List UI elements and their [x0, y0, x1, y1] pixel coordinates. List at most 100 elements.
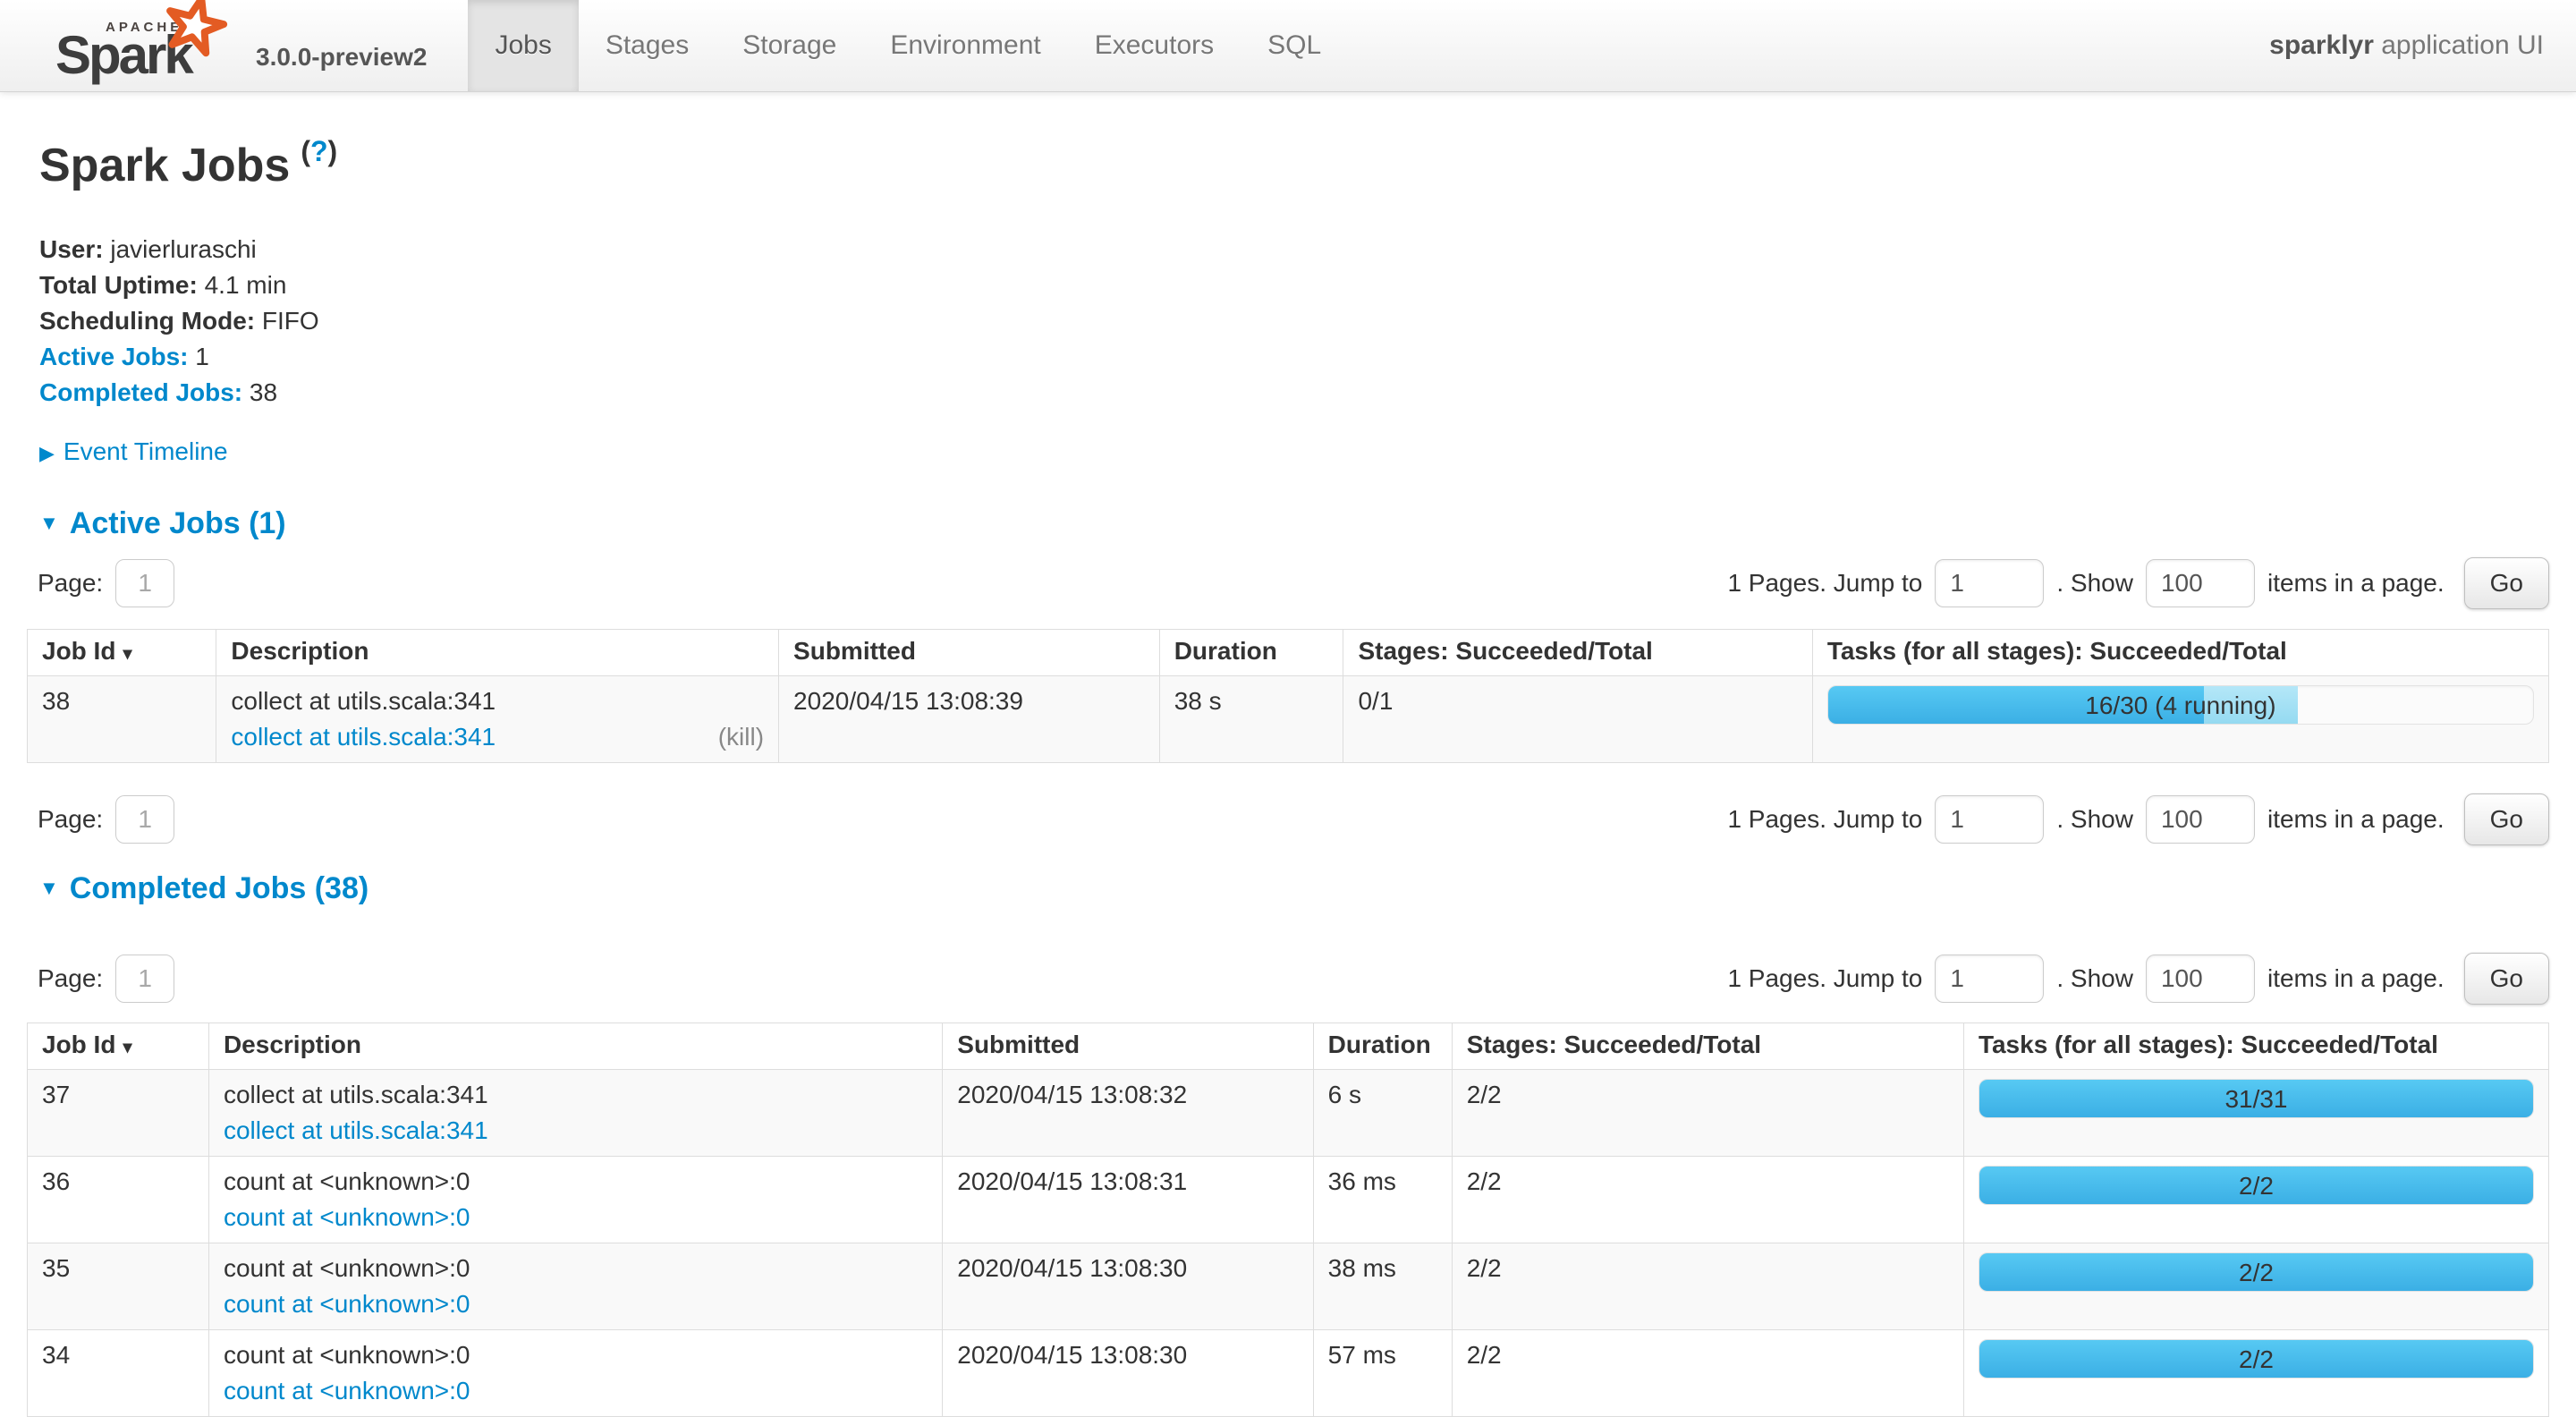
job-stages-cell: 0/1	[1343, 676, 1812, 763]
col-duration[interactable]: Duration	[1159, 630, 1343, 676]
go-button[interactable]: Go	[2464, 953, 2549, 1005]
col-submitted[interactable]: Submitted	[943, 1023, 1313, 1070]
completed-header-row: Job Id▾DescriptionSubmittedDurationStage…	[28, 1023, 2549, 1070]
progress-label: 31/31	[1979, 1080, 2533, 1119]
kill-link[interactable]: (kill)	[718, 719, 764, 755]
tab-executors[interactable]: Executors	[1068, 0, 1241, 91]
info-label-total-uptime: Total Uptime:	[39, 271, 198, 299]
pages-text: 1 Pages. Jump to	[1727, 805, 1922, 834]
job-row-38: 38 collect at utils.scala:341collect at u…	[28, 676, 2549, 763]
progress-label: 16/30 (4 running)	[1828, 686, 2533, 725]
jump-input[interactable]	[1935, 795, 2044, 844]
go-button[interactable]: Go	[2464, 793, 2549, 845]
job-description-cell: count at <unknown>:0count at <unknown>:0	[208, 1243, 942, 1330]
completed-jobs-header[interactable]: ▼Completed Jobs (38)	[39, 870, 2549, 906]
info-item-completed-jobs: Completed Jobs: 38	[39, 375, 2549, 411]
event-timeline-label: Event Timeline	[64, 437, 228, 465]
info-value-completed-jobs: 38	[242, 378, 277, 406]
col-stages-succeeded-total[interactable]: Stages: Succeeded/Total	[1452, 1023, 1963, 1070]
col-duration[interactable]: Duration	[1313, 1023, 1452, 1070]
tab-storage[interactable]: Storage	[716, 0, 863, 91]
col-description[interactable]: Description	[208, 1023, 942, 1070]
job-submitted-cell: 2020/04/15 13:08:30	[943, 1330, 1313, 1417]
col-stages-succeeded-total[interactable]: Stages: Succeeded/Total	[1343, 630, 1812, 676]
help-link[interactable]: (?)	[301, 135, 337, 167]
go-button[interactable]: Go	[2464, 557, 2549, 609]
job-description-line2: collect at utils.scala:341	[224, 1113, 928, 1149]
nav-tabs: JobsStagesStorageEnvironmentExecutorsSQL	[468, 0, 1348, 91]
job-description-text: count at <unknown>:0	[224, 1251, 928, 1286]
pagination-active-top: Page: 1 1 Pages. Jump to . Show items in…	[27, 556, 2549, 611]
info-value-scheduling-mode: FIFO	[255, 307, 319, 335]
page-button[interactable]: 1	[115, 955, 174, 1003]
job-id-cell: 36	[28, 1157, 209, 1243]
pagination-completed-top: Page: 1 1 Pages. Jump to . Show items in…	[27, 951, 2549, 1006]
job-id-cell: 38	[28, 676, 216, 763]
active-jobs-title: Active Jobs (1)	[70, 506, 286, 540]
page-button[interactable]: 1	[115, 795, 174, 844]
job-id-cell: 35	[28, 1243, 209, 1330]
pagination-active-bottom: Page: 1 1 Pages. Jump to . Show items in…	[27, 792, 2549, 847]
info-item-active-jobs: Active Jobs: 1	[39, 339, 2549, 375]
completed-jobs-table: Job Id▾DescriptionSubmittedDurationStage…	[27, 1022, 2549, 1417]
tab-stages[interactable]: Stages	[579, 0, 716, 91]
job-id-cell: 34	[28, 1330, 209, 1417]
info-label-completed-jobs[interactable]: Completed Jobs:	[39, 378, 242, 406]
items-text: items in a page.	[2267, 964, 2445, 993]
show-input[interactable]	[2146, 559, 2255, 607]
job-description-cell: count at <unknown>:0count at <unknown>:0	[208, 1157, 942, 1243]
info-item-total-uptime: Total Uptime: 4.1 min	[39, 267, 2549, 303]
show-text: . Show	[2056, 805, 2133, 834]
job-tasks-cell: 2/2	[1963, 1157, 2548, 1243]
active-header-row: Job Id▾DescriptionSubmittedDurationStage…	[28, 630, 2549, 676]
job-description-line2: collect at utils.scala:341 (kill)	[231, 719, 764, 755]
progress-label: 2/2	[1979, 1167, 2533, 1206]
show-input[interactable]	[2146, 795, 2255, 844]
completed-jobs-title: Completed Jobs (38)	[70, 871, 369, 905]
col-job-id[interactable]: Job Id▾	[28, 1023, 209, 1070]
job-description-link[interactable]: collect at utils.scala:341	[224, 1113, 488, 1149]
progress-label: 2/2	[1979, 1340, 2533, 1379]
job-row-37: 37collect at utils.scala:341collect at u…	[28, 1070, 2549, 1157]
show-input[interactable]	[2146, 955, 2255, 1003]
col-tasks-for-all-stages-succeeded-total[interactable]: Tasks (for all stages): Succeeded/Total	[1963, 1023, 2548, 1070]
app-title: sparklyr application UI	[2269, 30, 2576, 61]
tab-environment[interactable]: Environment	[863, 0, 1067, 91]
version-label: 3.0.0-preview2	[256, 43, 427, 72]
job-description-text: count at <unknown>:0	[224, 1337, 928, 1373]
col-description[interactable]: Description	[216, 630, 779, 676]
jump-input[interactable]	[1935, 955, 2044, 1003]
page-label: Page:	[38, 964, 103, 993]
col-job-id[interactable]: Job Id▾	[28, 630, 216, 676]
job-tasks-cell: 2/2	[1963, 1330, 2548, 1417]
page-label: Page:	[38, 805, 103, 834]
col-submitted[interactable]: Submitted	[779, 630, 1160, 676]
job-row-36: 36count at <unknown>:0count at <unknown>…	[28, 1157, 2549, 1243]
col-tasks-for-all-stages-succeeded-total[interactable]: Tasks (for all stages): Succeeded/Total	[1812, 630, 2548, 676]
job-stages-cell: 2/2	[1452, 1243, 1963, 1330]
expand-right-icon: ▶	[39, 442, 55, 464]
active-jobs-table: Job Id▾DescriptionSubmittedDurationStage…	[27, 629, 2549, 763]
jump-input[interactable]	[1935, 559, 2044, 607]
tab-sql[interactable]: SQL	[1241, 0, 1348, 91]
page-title-text: Spark Jobs	[39, 140, 290, 191]
tasks-progress-bar: 31/31	[1979, 1079, 2534, 1118]
job-submitted-cell: 2020/04/15 13:08:39	[779, 676, 1160, 763]
job-description-link[interactable]: count at <unknown>:0	[224, 1373, 470, 1409]
spark-brand: APACHE Spark 3.0.0-preview2	[0, 0, 427, 91]
page-label: Page:	[38, 569, 103, 598]
page-button[interactable]: 1	[115, 559, 174, 607]
info-item-scheduling-mode: Scheduling Mode: FIFO	[39, 303, 2549, 339]
job-description-link[interactable]: count at <unknown>:0	[224, 1200, 470, 1235]
job-description-link[interactable]: count at <unknown>:0	[224, 1286, 470, 1322]
job-description-line2: count at <unknown>:0	[224, 1200, 928, 1235]
info-list: User: javierluraschiTotal Uptime: 4.1 mi…	[39, 232, 2549, 411]
tab-jobs[interactable]: Jobs	[468, 0, 578, 91]
job-description-link[interactable]: collect at utils.scala:341	[231, 719, 496, 755]
active-jobs-header[interactable]: ▼Active Jobs (1)	[39, 505, 2549, 541]
items-text: items in a page.	[2267, 569, 2445, 598]
main-content: Spark Jobs(?) User: javierluraschiTotal …	[0, 140, 2576, 1417]
info-label-active-jobs[interactable]: Active Jobs:	[39, 343, 189, 370]
info-item-user: User: javierluraschi	[39, 232, 2549, 267]
event-timeline-toggle[interactable]: ▶ Event Timeline	[39, 434, 2549, 471]
